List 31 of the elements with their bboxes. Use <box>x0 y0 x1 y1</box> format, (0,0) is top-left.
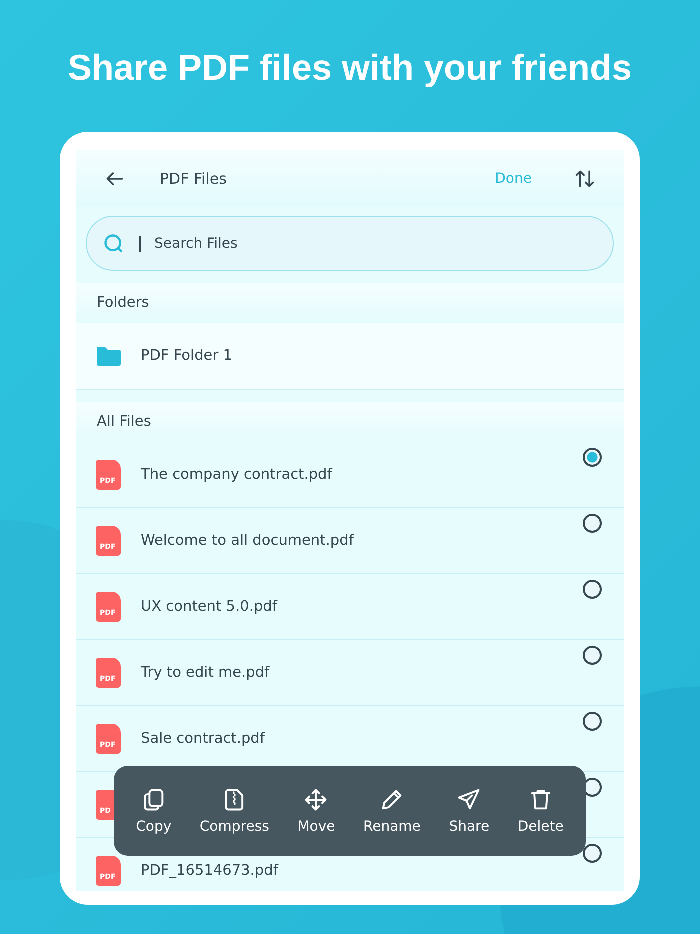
folder-name: PDF Folder 1 <box>141 348 233 364</box>
search-input: Search Files <box>152 234 593 252</box>
radio-button[interactable] <box>583 844 602 863</box>
file-name: The company contract.pdf <box>141 466 332 482</box>
radio-button[interactable] <box>583 646 602 665</box>
section-title: All Files <box>97 414 152 430</box>
toolbar-button[interactable]: Rename <box>362 783 423 839</box>
file-name: UX content 5.0.pdf <box>141 598 278 614</box>
text-cursor <box>139 236 140 252</box>
toolbar-button[interactable]: Move <box>296 783 338 839</box>
radio-button[interactable] <box>583 514 602 533</box>
search-icon <box>103 232 125 254</box>
headline: Share PDF files with your friends <box>68 46 632 90</box>
radio-button[interactable] <box>583 712 602 731</box>
file-name: Try to edit me.pdf <box>141 664 270 680</box>
radio-button[interactable] <box>583 580 602 599</box>
screen-title: PDF Files <box>160 170 228 188</box>
folder-icon <box>97 346 121 366</box>
sort-icon[interactable] <box>574 168 596 190</box>
section-title: Folders <box>97 295 150 311</box>
file-name: Sale contract.pdf <box>141 730 265 746</box>
radio-button[interactable] <box>583 448 602 467</box>
search-field[interactable]: Search Files <box>86 216 614 271</box>
toolbar-button[interactable]: Delete <box>516 783 566 839</box>
toolbar-button[interactable]: Share <box>447 783 492 839</box>
toolbar-button[interactable]: Copy <box>134 783 174 839</box>
file-name: Welcome to all document.pdf <box>141 532 354 548</box>
folder-row[interactable]: PDF Folder 1 <box>76 323 624 390</box>
file-name: PDF_16514673.pdf <box>141 862 278 878</box>
move-arrows-icon <box>303 787 330 813</box>
toolbar-button[interactable]: Compress <box>198 783 272 839</box>
